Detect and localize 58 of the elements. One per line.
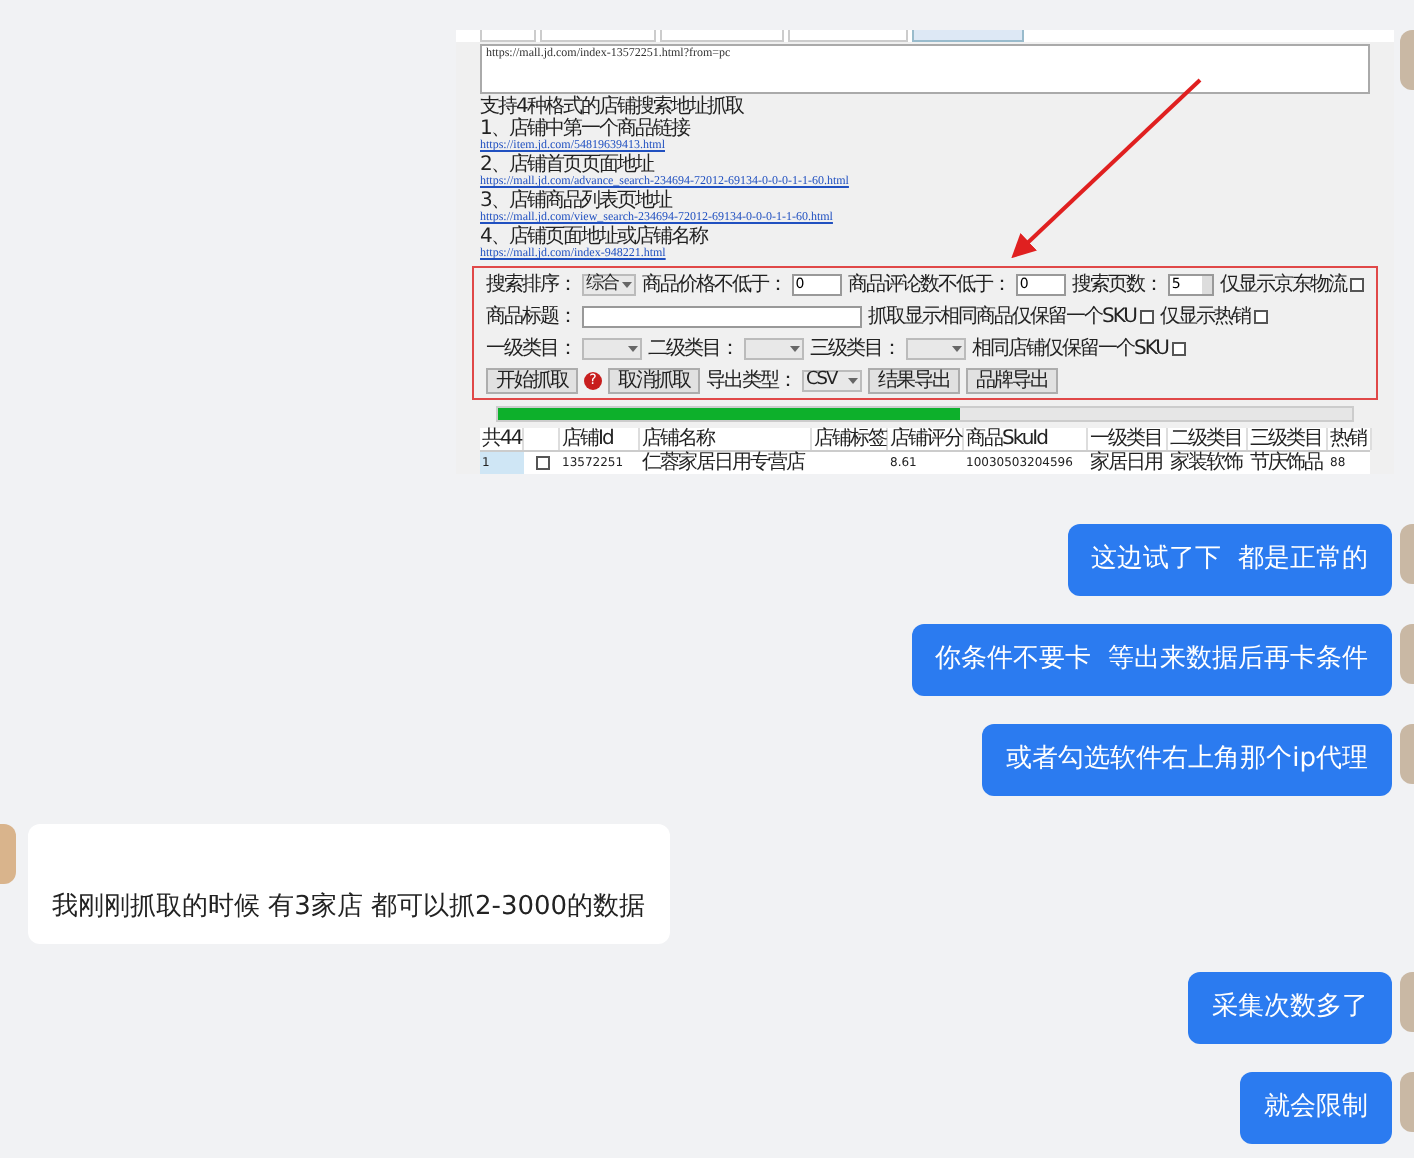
form-label: 搜索页数： xyxy=(1071,274,1162,297)
instruction-text: 支持4种格式的店铺搜索地址抓取 xyxy=(480,96,746,119)
checkbox-label: 仅显示热销 xyxy=(1159,306,1250,329)
message-bubble: 我刚刚抓取的时候 有3家店 都可以抓2-3000的数据 xyxy=(28,824,670,944)
checkbox-label: 抓取显示相同商品仅保留一个SKU xyxy=(868,306,1136,329)
input-field[interactable] xyxy=(582,306,862,329)
checkbox[interactable] xyxy=(1350,278,1364,293)
checkbox[interactable] xyxy=(535,455,549,470)
form-label: 商品价格不低于： xyxy=(641,274,786,297)
button[interactable]: 品牌导出 xyxy=(966,368,1058,395)
caret-icon xyxy=(952,346,962,353)
column-header: 商品SkuId xyxy=(964,427,1088,450)
caret-icon xyxy=(628,346,638,353)
form-label: 导出类型： xyxy=(706,370,796,393)
column-header: 店铺名称 xyxy=(640,427,812,450)
dropdown[interactable]: 综合 xyxy=(582,274,636,297)
message-bubble: 采集次数多了 xyxy=(1188,972,1392,1044)
form-label: 商品标题： xyxy=(486,306,576,329)
caret-icon xyxy=(848,378,858,385)
form-label: 三级类目： xyxy=(810,338,900,361)
column-header: 店铺Id xyxy=(560,427,640,450)
dropdown[interactable] xyxy=(906,338,966,361)
checkbox-label: 相同店铺仅保留一个SKU xyxy=(972,338,1168,361)
caret-icon xyxy=(621,282,632,289)
column-header: 三级类目 xyxy=(1248,427,1328,450)
table-cell-text: 家装软饰 xyxy=(1168,451,1245,474)
caret-icon xyxy=(790,346,800,353)
table-cell-text: 节庆饰品 xyxy=(1248,451,1325,474)
instruction-text: 3、店铺商品列表页地址 xyxy=(480,190,672,213)
message-bubble: 这边试了下 都是正常的 xyxy=(1067,524,1392,596)
instruction-text: 4、店铺页面地址或店铺名称 xyxy=(480,226,710,249)
column-header: 一级类目 xyxy=(1088,427,1168,450)
form-label: 二级类目： xyxy=(648,338,738,361)
message-bubble: 就会限制 xyxy=(1240,1072,1392,1144)
dropdown[interactable] xyxy=(582,338,642,361)
column-header: 共44 xyxy=(480,427,524,450)
table-cell-text: 仁蓉家居日用专营店 xyxy=(640,451,807,474)
form-label: 一级类目： xyxy=(486,338,576,361)
message-bubble: 或者勾选软件右上角那个ip代理 xyxy=(982,724,1392,796)
checkbox[interactable] xyxy=(1253,310,1268,325)
dropdown[interactable] xyxy=(744,338,804,361)
checkbox-label: 仅显示京东物流 xyxy=(1220,274,1346,297)
form-label: 搜索排序： xyxy=(486,274,576,297)
table-cell-text: 家居日用 xyxy=(1088,451,1164,474)
dropdown[interactable]: CSV xyxy=(802,370,862,393)
checkbox[interactable] xyxy=(1139,310,1154,325)
form-label: 商品评论数不低于： xyxy=(847,274,1010,297)
instruction-text: 2、店铺首页页面地址 xyxy=(480,154,654,177)
column-header: 热销 xyxy=(1328,427,1372,450)
instruction-text: 1、店铺中第一个商品链接 xyxy=(480,118,692,141)
column-header: 店铺标签 xyxy=(812,427,888,450)
button[interactable]: 结果导出 xyxy=(868,368,960,395)
column-header: 二级类目 xyxy=(1168,427,1248,450)
button[interactable]: 开始抓取 xyxy=(486,368,578,395)
column-header: 店铺评分 xyxy=(888,427,964,450)
checkbox[interactable] xyxy=(1171,342,1186,357)
message-bubble: 你条件不要卡 等出来数据后再卡条件 xyxy=(911,624,1392,696)
button[interactable]: 取消抓取 xyxy=(608,368,700,395)
